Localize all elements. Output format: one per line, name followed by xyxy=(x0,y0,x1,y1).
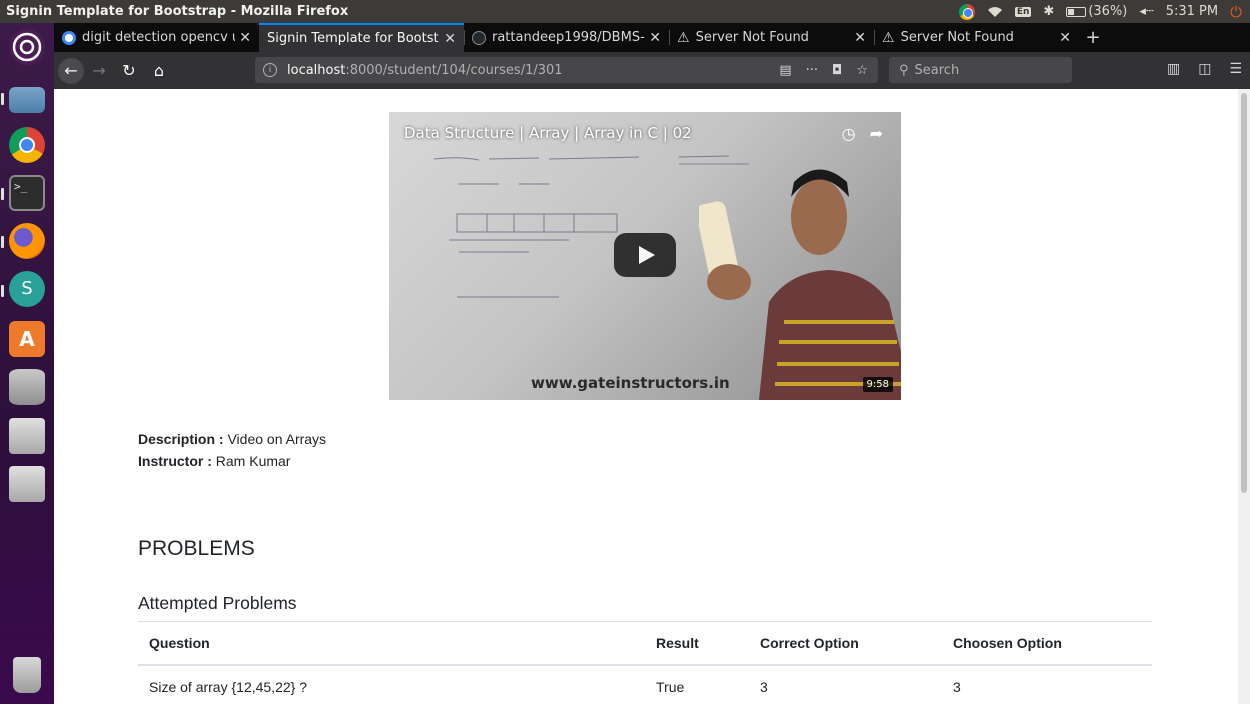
tab-label: Server Not Found xyxy=(900,30,1014,45)
clock[interactable]: 5:31 PM xyxy=(1166,4,1218,19)
search-placeholder: Search xyxy=(914,62,960,78)
sublime-text-icon[interactable]: S xyxy=(7,269,47,309)
attempted-problems-heading: Attempted Problems xyxy=(138,593,297,613)
library-icon[interactable]: ▥ xyxy=(1167,61,1180,77)
wifi-icon[interactable] xyxy=(987,6,1003,18)
trash-icon[interactable] xyxy=(7,655,47,695)
tab-digit-detection[interactable]: digit detection opencv u ✕ xyxy=(54,23,259,52)
url-bar[interactable]: i localhost:8000/student/104/courses/1/3… xyxy=(255,57,878,83)
table-row: Size of array {12,45,22} ? True 3 3 xyxy=(138,664,1152,704)
search-input[interactable]: ⚲ Search xyxy=(889,57,1072,83)
site-info-icon[interactable]: i xyxy=(263,63,277,77)
firefox-launcher-icon[interactable] xyxy=(7,221,47,261)
reload-button[interactable]: ↻ xyxy=(114,61,144,80)
page-scrollbar[interactable] xyxy=(1238,89,1250,704)
battery-icon xyxy=(1066,6,1087,17)
instructor-value: Ram Kumar xyxy=(215,453,291,469)
battery-percent: (36%) xyxy=(1088,4,1128,19)
close-tab-icon[interactable]: ✕ xyxy=(649,30,661,46)
play-button[interactable] xyxy=(614,233,676,277)
power-icon[interactable]: ⏻ xyxy=(1230,3,1242,21)
tab-strip: digit detection opencv u ✕ Signin Templa… xyxy=(54,23,1250,52)
tab-label: rattandeep1998/DBMS- xyxy=(492,30,645,45)
google-favicon-icon xyxy=(62,30,76,45)
system-tray: En ✱ (36%) ◂┄ 5:31 PM ⏻ xyxy=(958,3,1250,21)
problems-heading: PROBLEMS xyxy=(138,537,255,560)
close-tab-icon[interactable]: ✕ xyxy=(444,31,456,47)
volume-icon[interactable]: ◂┄ xyxy=(1139,4,1153,19)
close-tab-icon[interactable]: ✕ xyxy=(1059,30,1071,46)
tab-server-not-found-1[interactable]: ⚠ Server Not Found ✕ xyxy=(669,23,874,52)
watch-later-icon[interactable]: ◷ xyxy=(842,124,856,143)
home-button[interactable]: ⌂ xyxy=(144,61,174,80)
system-top-panel: Signin Template for Bootstrap - Mozilla … xyxy=(0,0,1250,23)
ubuntu-dash-icon[interactable] xyxy=(7,27,47,67)
close-tab-icon[interactable]: ✕ xyxy=(239,30,251,46)
drive-icon-2[interactable] xyxy=(7,464,47,504)
attempted-problems-table: Question Result Correct Option Choosen O… xyxy=(138,621,1152,704)
tab-label: digit detection opencv u xyxy=(82,30,236,45)
keyboard-layout-indicator[interactable]: En xyxy=(1014,6,1032,17)
tab-signin-template[interactable]: Signin Template for Bootst ✕ xyxy=(259,23,464,52)
cell-result: True xyxy=(645,664,749,704)
column-header-result: Result xyxy=(645,621,749,666)
description-value: Video on Arrays xyxy=(227,431,327,447)
instructor-figure xyxy=(699,169,901,400)
video-watermark: www.gateinstructors.in xyxy=(531,374,730,392)
new-tab-button[interactable]: + xyxy=(1079,23,1107,52)
pocket-icon[interactable]: ◘ xyxy=(832,63,842,78)
instructor-line: Instructor : Ram Kumar xyxy=(138,450,326,472)
forward-button[interactable]: → xyxy=(84,61,114,80)
chrome-launcher-icon[interactable] xyxy=(7,125,47,165)
back-button[interactable]: ← xyxy=(58,57,84,84)
navigation-toolbar: ← → ↻ ⌂ i localhost:8000/student/104/cou… xyxy=(54,52,1250,89)
share-icon[interactable]: ➦ xyxy=(870,124,883,143)
files-icon[interactable] xyxy=(7,76,47,116)
description-label: Description : xyxy=(138,431,224,447)
url-path: :8000/student/104/courses/1/301 xyxy=(345,62,563,78)
github-favicon-icon xyxy=(472,30,486,45)
page-actions-icon[interactable]: ··· xyxy=(806,63,818,78)
column-header-correct-option: Correct Option xyxy=(749,621,942,666)
bookmark-star-icon[interactable]: ☆ xyxy=(856,63,868,78)
tab-server-not-found-2[interactable]: ⚠ Server Not Found ✕ xyxy=(874,23,1079,52)
column-header-question: Question xyxy=(138,621,645,666)
video-player[interactable]: Data Structure | Array | Array in C | 02… xyxy=(389,112,901,400)
cell-question: Size of array {12,45,22} ? xyxy=(138,664,645,704)
menu-icon[interactable]: ☰ xyxy=(1229,61,1242,77)
video-title[interactable]: Data Structure | Array | Array in C | 02 xyxy=(404,124,692,142)
tab-github-dbms[interactable]: rattandeep1998/DBMS- ✕ xyxy=(464,23,669,52)
sidebar-icon[interactable]: ◫ xyxy=(1198,61,1211,77)
instructor-label: Instructor : xyxy=(138,453,212,469)
description-line: Description : Video on Arrays xyxy=(138,428,326,450)
drive-icon[interactable] xyxy=(7,416,47,456)
warning-icon: ⚠ xyxy=(677,29,690,46)
column-header-chosen-option: Choosen Option xyxy=(942,621,1152,666)
tab-label: Server Not Found xyxy=(695,30,809,45)
table-header-row: Question Result Correct Option Choosen O… xyxy=(138,621,1152,666)
bluetooth-icon[interactable]: ✱ xyxy=(1043,4,1054,19)
search-icon: ⚲ xyxy=(899,62,909,78)
page-content: Data Structure | Array | Array in C | 02… xyxy=(54,89,1238,704)
terminal-icon[interactable]: >_ xyxy=(7,173,47,213)
video-duration: 9:58 xyxy=(862,377,893,392)
course-meta: Description : Video on Arrays Instructor… xyxy=(138,428,326,472)
cell-correct-option: 3 xyxy=(749,664,942,704)
reader-view-icon[interactable]: ▤ xyxy=(779,63,791,78)
close-tab-icon[interactable]: ✕ xyxy=(854,30,866,46)
window-title: Signin Template for Bootstrap - Mozilla … xyxy=(6,4,349,19)
url-host: localhost xyxy=(287,62,346,78)
software-center-icon[interactable]: A xyxy=(7,319,47,359)
battery-indicator[interactable]: (36%) xyxy=(1066,4,1127,19)
app-launcher: >_ S A xyxy=(0,23,54,704)
cell-chosen-option: 3 xyxy=(942,664,1152,704)
scrollbar-thumb[interactable] xyxy=(1241,93,1247,493)
chrome-indicator-icon[interactable] xyxy=(958,3,975,20)
tab-label: Signin Template for Bootst xyxy=(267,31,439,46)
database-icon[interactable] xyxy=(7,367,47,407)
warning-icon: ⚠ xyxy=(882,29,895,46)
